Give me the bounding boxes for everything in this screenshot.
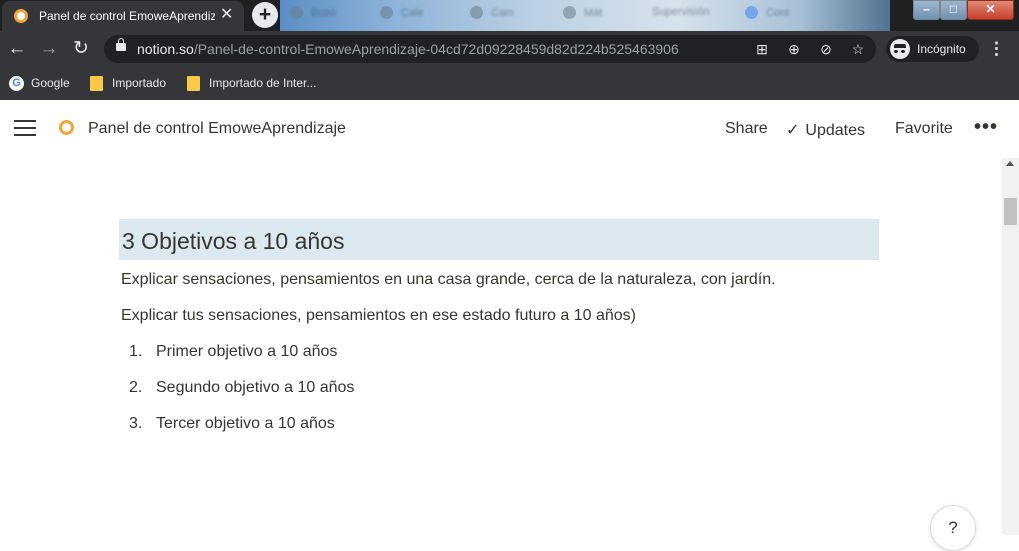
forward-arrow-icon[interactable]: → bbox=[37, 37, 61, 61]
active-tab[interactable]: Panel de control EmoweAprendizaje ✕ bbox=[2, 1, 244, 31]
tab-favicon-icon bbox=[380, 6, 393, 19]
favorite-button[interactable]: Favorite bbox=[895, 120, 953, 138]
breadcrumb-page-title[interactable]: Panel de control EmoweAprendizaje bbox=[88, 120, 346, 138]
notion-favicon-icon bbox=[14, 9, 28, 23]
close-tab-icon[interactable]: ✕ bbox=[220, 6, 233, 24]
address-bar[interactable]: notion.so/Panel-de-control-EmoweAprendiz… bbox=[104, 35, 876, 63]
scroll-up-arrow-icon[interactable] bbox=[1006, 161, 1014, 166]
share-button[interactable]: Share bbox=[725, 120, 768, 138]
paragraph-block[interactable]: Explicar tus sensaciones, pensamientos e… bbox=[121, 307, 636, 325]
tab-favicon-icon bbox=[563, 6, 576, 19]
updates-button[interactable]: ✓ Updates bbox=[786, 120, 865, 140]
tab-favicon-icon bbox=[470, 6, 483, 19]
background-tabs-area: Buzó Cale Cam Mát Supervisión Cont bbox=[280, 0, 890, 31]
google-icon: G bbox=[9, 76, 24, 92]
maximize-button[interactable]: □ bbox=[940, 0, 967, 20]
section-heading: 3 Objetivos a 10 años bbox=[122, 228, 345, 254]
url-text[interactable]: notion.so/Panel-de-control-EmoweAprendiz… bbox=[137, 41, 679, 57]
numbered-list-item[interactable]: 1. Primer objetivo a 10 años bbox=[129, 343, 337, 361]
numbered-list-item[interactable]: 3. Tercer objetivo a 10 años bbox=[129, 415, 335, 433]
bookmarks-bar: G Google Importado Importado de Inter... bbox=[0, 67, 1019, 100]
page-icon bbox=[59, 120, 74, 135]
eye-blocked-icon[interactable]: ⊘ bbox=[816, 40, 836, 58]
lock-icon[interactable] bbox=[116, 38, 126, 51]
bookmark-star-icon[interactable]: ☆ bbox=[848, 40, 868, 58]
bookmark-google[interactable]: G Google bbox=[9, 73, 70, 93]
translate-icon[interactable]: ⊞ bbox=[752, 40, 772, 58]
scrollbar-thumb[interactable] bbox=[1004, 198, 1017, 225]
paragraph-block[interactable]: Explicar sensaciones, pensamientos en un… bbox=[121, 271, 776, 289]
background-tab[interactable]: Supervisión bbox=[652, 6, 709, 26]
tab-favicon-icon bbox=[745, 6, 758, 19]
incognito-badge[interactable]: Incógnito bbox=[886, 36, 979, 62]
incognito-icon bbox=[890, 39, 910, 59]
more-options-icon[interactable]: ••• bbox=[974, 116, 998, 139]
background-tab[interactable]: Mát bbox=[563, 6, 602, 26]
menu-hamburger-icon[interactable] bbox=[14, 120, 36, 136]
active-tab-title: Panel de control EmoweAprendizaje bbox=[39, 9, 215, 23]
window-controls: – □ ✕ bbox=[913, 0, 1015, 20]
tab-favicon-icon bbox=[290, 6, 303, 19]
back-arrow-icon[interactable]: ← bbox=[5, 37, 29, 61]
minimize-button[interactable]: – bbox=[913, 0, 940, 20]
help-button[interactable]: ? bbox=[930, 505, 976, 551]
numbered-list-item[interactable]: 2. Segundo objetivo a 10 años bbox=[129, 379, 354, 397]
close-window-button[interactable]: ✕ bbox=[967, 0, 1014, 20]
background-tab[interactable]: Cont bbox=[745, 6, 789, 26]
section-heading-block[interactable]: 3 Objetivos a 10 años bbox=[119, 219, 879, 260]
new-tab-button[interactable]: + bbox=[252, 2, 278, 28]
checkmark-icon: ✓ bbox=[786, 122, 800, 139]
background-tab[interactable]: Cam bbox=[470, 6, 514, 26]
folder-icon bbox=[90, 76, 103, 92]
bookmark-importado[interactable]: Importado bbox=[90, 73, 166, 93]
reload-icon[interactable]: ↻ bbox=[69, 37, 93, 61]
tab-strip: Buzó Cale Cam Mát Supervisión Cont Panel… bbox=[0, 0, 1019, 31]
scrollbar[interactable] bbox=[1002, 158, 1019, 535]
browser-toolbar: ← → ↻ notion.so/Panel-de-control-EmoweAp… bbox=[0, 31, 1019, 67]
notion-topbar: Panel de control EmoweAprendizaje Share … bbox=[0, 100, 1019, 158]
bookmark-importado-de-internet[interactable]: Importado de Inter... bbox=[187, 73, 316, 93]
browser-menu-icon[interactable]: ⋮ bbox=[988, 38, 1005, 60]
background-tab[interactable]: Buzó bbox=[290, 6, 336, 26]
background-tab[interactable]: Cale bbox=[380, 6, 424, 26]
zoom-icon[interactable]: ⊕ bbox=[784, 40, 804, 58]
folder-icon bbox=[187, 76, 200, 92]
